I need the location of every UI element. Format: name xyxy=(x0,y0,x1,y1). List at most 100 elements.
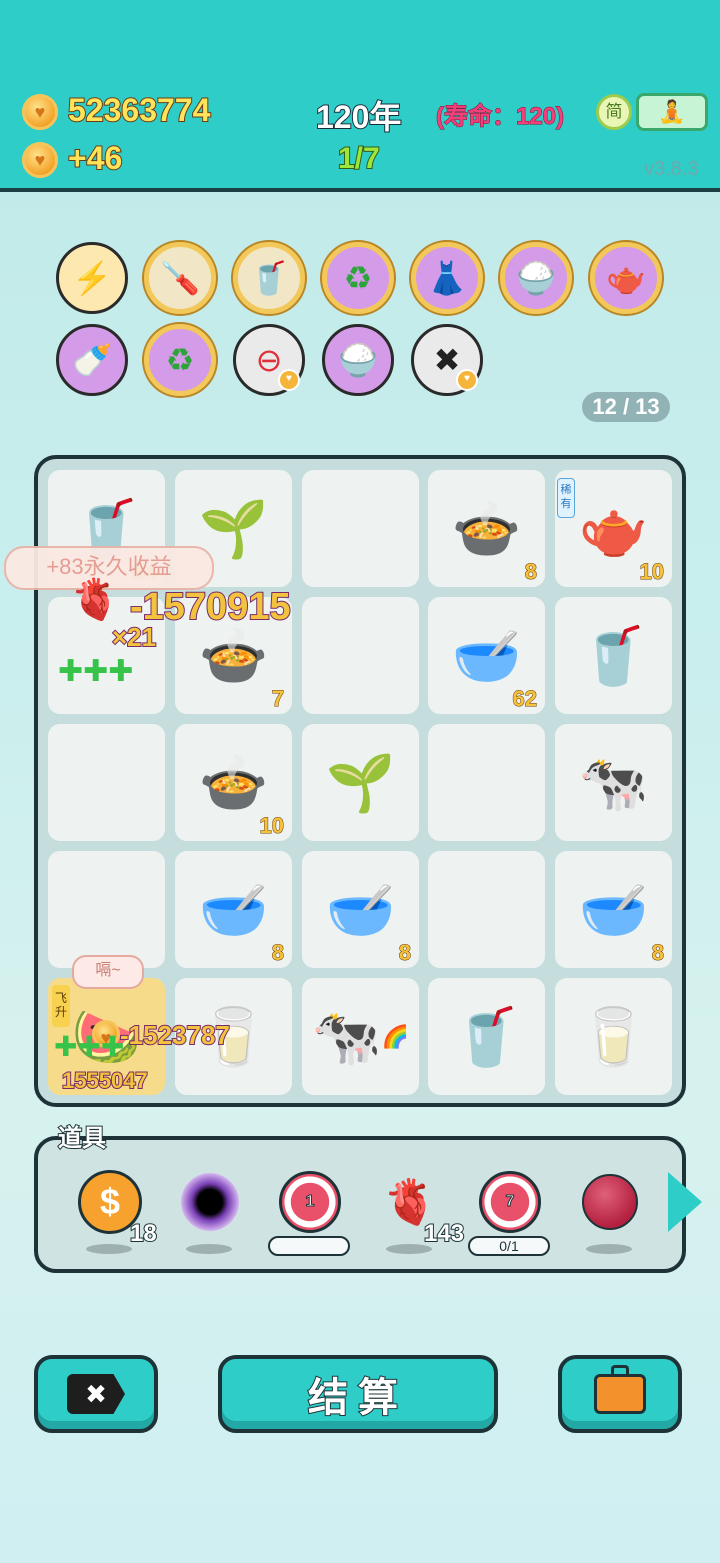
items-next-arrow-icon[interactable] xyxy=(668,1172,702,1232)
cell-count: 10 xyxy=(639,559,665,585)
target-7-item[interactable]: 7 xyxy=(474,1166,546,1238)
board-cell[interactable]: 稀有 🫖 10 xyxy=(555,470,672,587)
soup-bowl-icon: 🍲 xyxy=(198,750,269,814)
cow-icon: 🐄 xyxy=(578,750,649,814)
board-cell[interactable]: 🍲 8 xyxy=(428,470,545,587)
recycle-icon: ♻ xyxy=(343,260,373,296)
bayberry-icon xyxy=(582,1174,638,1230)
sparkle-icon-2: ✚✚✚ xyxy=(54,1031,125,1062)
settle-button[interactable]: 结算 xyxy=(218,1355,498,1433)
board-cell[interactable]: 🐄 xyxy=(555,724,672,841)
skill-counter: 12 / 13 xyxy=(582,392,670,422)
multiplier-float: ×21 xyxy=(111,621,157,653)
cell-count: 8 xyxy=(271,940,284,966)
meditate-button[interactable]: 🧘 xyxy=(636,93,708,131)
board-cell[interactable]: 🥣 8 xyxy=(302,851,419,968)
cell-count: 8 xyxy=(524,559,537,585)
delete-tag-icon-bottom: ✖ xyxy=(67,1374,125,1414)
bowls-upgrade-icon-2: 🍚 xyxy=(338,342,378,378)
liver-float-icon: 🫀 xyxy=(70,578,120,622)
milk-tea-cup-icon: 🥤 xyxy=(578,623,649,687)
item-shadow xyxy=(586,1244,632,1254)
coin-badge-icon: ♥ xyxy=(278,369,300,391)
years-label: 120年 xyxy=(315,98,402,136)
board-cell[interactable]: 🥣 8 xyxy=(555,851,672,968)
milk-tea-coin-skill[interactable]: 🥤 xyxy=(233,242,305,314)
cow-icon: 🐄 xyxy=(311,1004,382,1068)
board-cell[interactable]: 🍲 10 xyxy=(175,724,292,841)
empty-bowl-icon: 🥣 xyxy=(198,877,269,941)
black-hole-item[interactable] xyxy=(174,1166,246,1238)
delete-tag-skill[interactable]: ✖ ♥ xyxy=(411,324,483,396)
skirt-skill[interactable]: 👗 xyxy=(411,242,483,314)
cell-count: 10 xyxy=(259,813,285,839)
milk-tea-coin-icon: 🥤 xyxy=(249,260,289,296)
stage-progress: 1/7 xyxy=(337,141,381,176)
screwdriver-skill[interactable]: 🪛 xyxy=(144,242,216,314)
coin-total: 52363774 xyxy=(67,91,211,129)
target-1-item[interactable]: 1 xyxy=(274,1166,346,1238)
minus-coin-skill[interactable]: ⊖ ♥ xyxy=(233,324,305,396)
gravy-boat-skill[interactable]: 🫖 xyxy=(590,242,662,314)
board-cell[interactable] xyxy=(48,724,165,841)
rare-tag: 稀有 xyxy=(557,478,575,518)
minus-coin-icon: ⊖ xyxy=(255,342,283,378)
board-cell[interactable]: 🥣 62 xyxy=(428,597,545,714)
board-cell[interactable] xyxy=(428,724,545,841)
screwdriver-icon: 🪛 xyxy=(160,260,200,296)
sprout-icon: 🌱 xyxy=(198,496,269,560)
briefcase-button[interactable] xyxy=(558,1355,682,1433)
skirt-icon: 👗 xyxy=(427,260,467,296)
target-1-progress xyxy=(268,1236,350,1256)
cell-count: 8 xyxy=(398,940,411,966)
cell-count: 62 xyxy=(512,686,538,712)
burp-speech: 嗝~ xyxy=(72,955,144,989)
target-1-icon: 1 xyxy=(279,1171,341,1233)
recycle-skill[interactable]: ♻ xyxy=(322,242,394,314)
meditate-icon: 🧘 xyxy=(658,99,686,124)
sprout-icon: 🌱 xyxy=(325,750,396,814)
board-cell[interactable]: 🥛 xyxy=(555,978,672,1095)
gravy-boat-icon: 🫖 xyxy=(606,260,646,296)
item-shadow xyxy=(386,1244,432,1254)
teapot-icon: 🫖 xyxy=(578,496,649,560)
board-cell[interactable]: 🥤 xyxy=(555,597,672,714)
bowls-upgrade-skill[interactable]: 🍚 xyxy=(500,242,572,314)
black-hole-icon xyxy=(181,1173,239,1231)
board-cell[interactable]: 🥤 xyxy=(428,978,545,1095)
soup-bowl-icon: 🍲 xyxy=(198,623,269,687)
bayberry-item[interactable] xyxy=(574,1166,646,1238)
milk-tea-cup-icon: 🥤 xyxy=(451,1004,522,1068)
milk-bottle-icon: 🍼 xyxy=(72,342,112,378)
second-float-value: -1523787 xyxy=(119,1019,231,1051)
empty-bowl-icon: 🥣 xyxy=(451,623,522,687)
coin-income-icon xyxy=(22,142,58,178)
settle-label: 结算 xyxy=(307,1375,408,1421)
bowls-upgrade-icon: 🍚 xyxy=(516,260,556,296)
lightning-skill[interactable]: ⚡ xyxy=(56,242,128,314)
item-shadow xyxy=(186,1244,232,1254)
discard-button[interactable]: ✖ xyxy=(34,1355,158,1433)
third-float-value: 1555047 xyxy=(61,1067,149,1094)
target-7-icon: 7 xyxy=(479,1171,541,1233)
board-cell[interactable]: 🌱 xyxy=(302,724,419,841)
soup-bowl-icon: 🍲 xyxy=(451,496,522,560)
sparkle-icon: ✚✚✚ xyxy=(58,655,134,688)
simplified-toggle-button[interactable]: 简 xyxy=(596,94,632,130)
recycle-skill-2[interactable]: ♻ xyxy=(144,324,216,396)
board-cell[interactable] xyxy=(302,470,419,587)
target-7-progress: 0/1 xyxy=(468,1236,550,1256)
coin-badge-icon-2: ♥ xyxy=(456,369,478,391)
cell-count: 7 xyxy=(271,686,284,712)
ascend-tag: 飞升 xyxy=(52,985,70,1027)
board-cell[interactable] xyxy=(302,597,419,714)
board-cell[interactable] xyxy=(428,851,545,968)
board-cell[interactable]: 🐄 🌈 xyxy=(302,978,419,1095)
items-title: 道具 xyxy=(57,1124,107,1153)
board-cell[interactable]: 🥣 8 xyxy=(175,851,292,968)
recycle-icon-2: ♻ xyxy=(165,342,195,378)
delete-tag-icon: ✖ xyxy=(433,342,461,378)
bowls-upgrade-skill-2[interactable]: 🍚 xyxy=(322,324,394,396)
milk-bottle-skill[interactable]: 🍼 xyxy=(56,324,128,396)
board-cell[interactable] xyxy=(48,851,165,968)
